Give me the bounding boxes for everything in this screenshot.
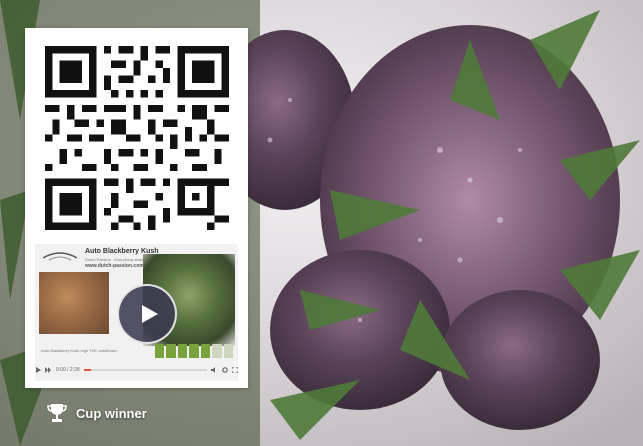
trophy-icon [47, 404, 67, 422]
cup-winner-label: Cup winner [76, 405, 147, 421]
potency-meter-segment [189, 344, 199, 358]
volume-icon[interactable] [211, 367, 218, 373]
potency-meter-segment [166, 344, 176, 358]
video-caption: Auto Blackberry Kush high THC autoflower [41, 348, 117, 353]
potency-meter-segment [177, 344, 188, 358]
brand-logo [42, 252, 78, 261]
cup-winner-badge: Cup winner [46, 402, 147, 424]
qr-video-card: Auto Blackberry Kush Dutch Passion - Eve… [25, 28, 248, 388]
video-thumbnail-bud [39, 272, 109, 334]
potency-meter-segment [200, 344, 211, 358]
video-controls: 0:00 / 2:28 [35, 364, 238, 376]
potency-meter-segment [155, 344, 165, 358]
video-progress-fill [83, 369, 92, 371]
play-button[interactable] [117, 284, 177, 344]
qr-code[interactable] [45, 46, 229, 230]
fullscreen-icon[interactable] [232, 367, 238, 373]
potency-meter [155, 344, 233, 358]
video-progress-bar[interactable] [83, 369, 207, 371]
settings-gear-icon[interactable] [222, 367, 228, 373]
video-time: 0:00 / 2:28 [56, 367, 80, 373]
video-url: www.dutch-passion.com [85, 263, 144, 269]
play-small-icon[interactable] [35, 367, 41, 373]
play-icon [142, 305, 158, 323]
skip-forward-icon[interactable] [45, 367, 52, 373]
video-player[interactable]: Auto Blackberry Kush Dutch Passion - Eve… [35, 244, 238, 381]
potency-meter-segment [223, 344, 233, 358]
potency-meter-segment [212, 344, 222, 358]
